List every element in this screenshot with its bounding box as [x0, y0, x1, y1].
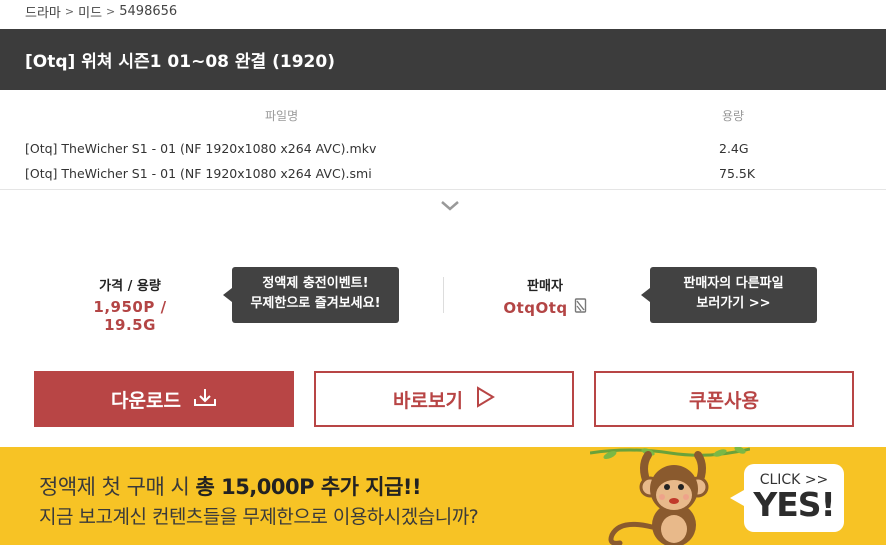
breadcrumb-item-drama[interactable]: 드라마	[25, 2, 61, 21]
price-value: 1,950P / 19.5G	[93, 298, 167, 334]
seller-tooltip-line2: 보러가기 >>	[696, 296, 771, 311]
download-button-label: 다운로드	[111, 389, 181, 412]
breadcrumb: 드라마 > 미드 > 5498656	[25, 0, 177, 22]
chevron-down-icon[interactable]	[440, 196, 460, 216]
cta-yes-label: YES!	[753, 485, 835, 524]
breadcrumb-item-id: 5498656	[119, 3, 178, 19]
yes-cta[interactable]: CLICK >> YES!	[730, 464, 844, 532]
file-name: [Otq] TheWicher S1 - 01 (NF 1920x1080 x2…	[25, 141, 377, 156]
coupon-button[interactable]: 쿠폰사용	[594, 371, 854, 427]
file-row: [Otq] TheWicher S1 - 01 (NF 1920x1080 x2…	[0, 155, 886, 181]
promo-banner[interactable]: 정액제 첫 구매 시 총 15,000P 추가 지급!! 지금 보고계신 컨텐츠…	[0, 447, 886, 545]
file-size: 75.5K	[719, 166, 756, 181]
promo-tooltip[interactable]: 정액제 충전이벤트! 무제한으로 즐겨보세요!	[223, 267, 399, 323]
view-button-label: 바로보기	[393, 389, 463, 412]
breadcrumb-separator-icon: >	[64, 4, 75, 18]
breadcrumb-item-mid[interactable]: 미드	[78, 2, 102, 21]
file-list: 파일명 용량 [Otq] TheWicher S1 - 01 (NF 1920x…	[0, 100, 886, 181]
banner-headline: 정액제 첫 구매 시 총 15,000P 추가 지급!!	[39, 471, 422, 501]
seller-files-tooltip[interactable]: 판매자의 다른파일 보러가기 >>	[641, 267, 817, 323]
monkey-illustration	[590, 447, 750, 545]
seller-name[interactable]: OtqOtq	[503, 299, 567, 317]
file-name: [Otq] TheWicher S1 - 01 (NF 1920x1080 x2…	[25, 166, 372, 181]
download-button[interactable]: 다운로드	[34, 371, 294, 427]
promo-tooltip-line1: 정액제 충전이벤트!	[262, 276, 369, 291]
seller-info: 판매자 OtqOtq	[495, 275, 595, 317]
play-icon	[475, 385, 495, 413]
breadcrumb-separator-icon: >	[106, 4, 116, 18]
file-row: [Otq] TheWicher S1 - 01 (NF 1920x1080 x2…	[0, 130, 886, 156]
seller-badge-icon	[574, 298, 587, 317]
banner-headline-text: 정액제 첫 구매 시	[39, 475, 196, 499]
price-label: 가격 / 용량	[99, 279, 161, 294]
seller-tooltip-line1: 판매자의 다른파일	[683, 276, 784, 291]
seller-label: 판매자	[527, 279, 563, 294]
coupon-button-label: 쿠폰사용	[689, 389, 759, 412]
file-size: 2.4G	[719, 141, 749, 156]
banner-subtext: 지금 보고계신 컨텐츠들을 무제한으로 이용하시겠습니까?	[39, 506, 479, 528]
column-header-size: 용량	[722, 109, 745, 123]
banner-headline-highlight: 총 15,000P 추가 지급!!	[195, 475, 422, 499]
seller-name-wrap[interactable]: OtqOtq	[503, 298, 586, 317]
promo-tooltip-line2: 무제한으로 즐겨보세요!	[250, 296, 381, 311]
page-title: [Otq] 위쳐 시즌1 01~08 완결 (1920)	[25, 52, 335, 72]
divider	[0, 189, 886, 190]
vertical-divider	[443, 277, 444, 313]
price-info: 가격 / 용량 1,950P / 19.5G	[70, 275, 190, 334]
title-bar: [Otq] 위쳐 시즌1 01~08 완결 (1920)	[0, 29, 886, 90]
file-list-header: 파일명 용량	[0, 100, 886, 130]
column-header-filename: 파일명	[265, 109, 299, 123]
view-button[interactable]: 바로보기	[314, 371, 574, 427]
download-icon	[193, 387, 217, 412]
